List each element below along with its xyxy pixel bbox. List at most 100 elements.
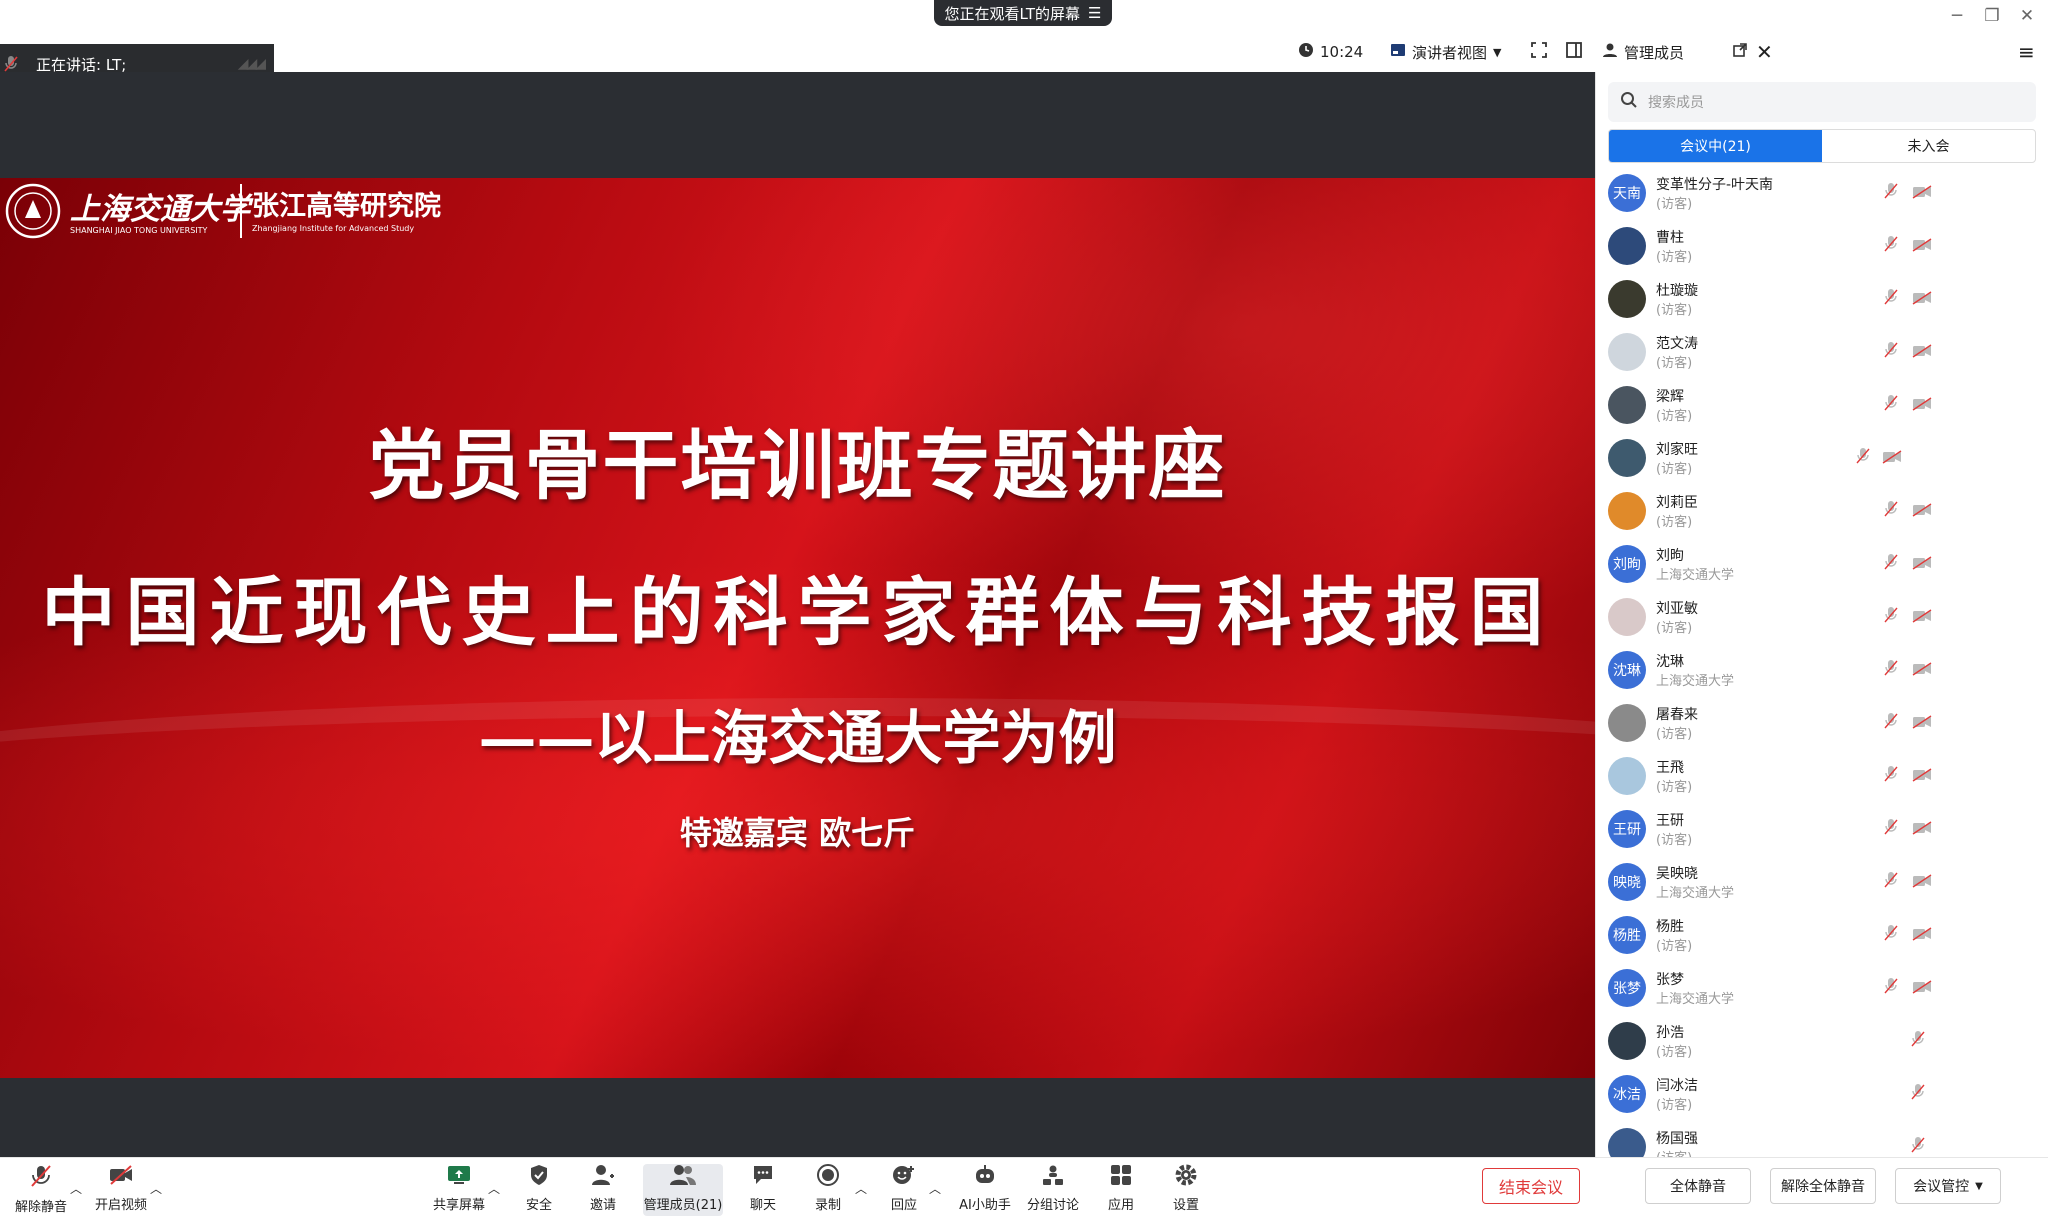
mic-muted-icon[interactable] bbox=[1884, 500, 1898, 522]
video-off-icon[interactable] bbox=[1912, 979, 1932, 998]
mic-muted-icon[interactable] bbox=[1884, 235, 1898, 257]
breakout-button[interactable]: 分组讨论 bbox=[1018, 1164, 1088, 1213]
layout-toggle-button[interactable] bbox=[1565, 40, 1583, 64]
mic-muted-icon[interactable] bbox=[1884, 712, 1898, 734]
share-screen-button[interactable]: 共享屏幕 bbox=[424, 1164, 494, 1213]
view-mode-label: 演讲者视图 bbox=[1412, 43, 1488, 62]
bottom-control-bar: 解除静音 ︿ 开启视频 ︿ 共享屏幕 ︿ 安全 邀请 管理成员(21) 聊天 录… bbox=[0, 1157, 2048, 1221]
member-name: 屠春来 bbox=[1656, 707, 1698, 723]
mic-muted-icon[interactable] bbox=[1884, 394, 1898, 416]
mic-muted-icon[interactable] bbox=[1884, 818, 1898, 840]
member-row[interactable]: 刘亚敏 (访客) bbox=[1596, 592, 2048, 645]
chevron-up-icon[interactable]: ︿ bbox=[150, 1180, 162, 1197]
chevron-up-icon[interactable]: ︿ bbox=[855, 1180, 867, 1197]
chevron-up-icon[interactable]: ︿ bbox=[70, 1180, 82, 1197]
mic-muted-icon[interactable] bbox=[1884, 182, 1898, 204]
chevron-up-icon[interactable]: ︿ bbox=[929, 1180, 941, 1197]
video-off-icon[interactable] bbox=[1912, 926, 1932, 945]
member-row[interactable]: 王研 王研 (访客) bbox=[1596, 804, 2048, 857]
unmute-all-button[interactable]: 解除全体静音 bbox=[1770, 1168, 1876, 1204]
member-affiliation: (访客) bbox=[1656, 356, 1693, 371]
video-off-icon[interactable] bbox=[1912, 608, 1932, 627]
mic-muted-icon[interactable] bbox=[1884, 871, 1898, 893]
mic-muted-icon[interactable] bbox=[1884, 659, 1898, 681]
unmute-button[interactable]: 解除静音 bbox=[6, 1164, 76, 1215]
ai-robot-icon bbox=[973, 1164, 997, 1190]
view-mode-dropdown[interactable]: 演讲者视图 ▼ bbox=[1390, 40, 1501, 64]
invite-button[interactable]: 邀请 bbox=[568, 1164, 638, 1213]
video-off-icon[interactable] bbox=[1912, 820, 1932, 839]
member-row[interactable]: 杜璇璇 (访客) bbox=[1596, 274, 2048, 327]
member-row[interactable]: 范文涛 (访客) bbox=[1596, 327, 2048, 380]
member-row[interactable]: 天南 变革性分子-叶天南 (访客) bbox=[1596, 168, 2048, 221]
member-row[interactable]: 王飛 (访客) bbox=[1596, 751, 2048, 804]
hamburger-menu-icon[interactable]: ≡ bbox=[2018, 40, 2035, 64]
minimize-icon[interactable]: ─ bbox=[1942, 4, 1972, 28]
start-video-button[interactable]: 开启视频 bbox=[86, 1164, 156, 1213]
member-row[interactable]: 刘莉臣 (访客) bbox=[1596, 486, 2048, 539]
member-row[interactable]: 孙浩 (访客) bbox=[1596, 1016, 2048, 1069]
popout-button[interactable] bbox=[1732, 40, 1748, 64]
member-row[interactable]: 刘昫 刘昫 上海交通大学 bbox=[1596, 539, 2048, 592]
member-row[interactable]: 曹柱 (访客) bbox=[1596, 221, 2048, 274]
member-name: 杨胜 bbox=[1656, 919, 1684, 935]
video-off-icon[interactable] bbox=[1912, 767, 1932, 786]
member-row[interactable]: 杨国强(访客) bbox=[1596, 1122, 2048, 1157]
mic-muted-icon[interactable] bbox=[1884, 606, 1898, 628]
settings-button[interactable]: 设置 bbox=[1151, 1164, 1221, 1213]
mic-muted-icon[interactable] bbox=[1884, 553, 1898, 575]
member-row[interactable]: 刘家旺 (访客) bbox=[1596, 433, 2048, 486]
video-off-icon[interactable] bbox=[1912, 873, 1932, 892]
mic-muted-icon[interactable] bbox=[1856, 447, 1870, 469]
mic-muted-icon[interactable] bbox=[1884, 341, 1898, 363]
screen-share-banner[interactable]: 您正在观看LT的屏幕 ☰ bbox=[934, 0, 1112, 26]
ai-assistant-button[interactable]: AI小助手 bbox=[947, 1164, 1023, 1213]
mic-muted-icon[interactable] bbox=[1884, 765, 1898, 787]
security-button[interactable]: 安全 bbox=[504, 1164, 574, 1213]
video-off-icon[interactable] bbox=[1912, 502, 1932, 521]
mic-muted-icon[interactable] bbox=[1911, 1136, 1925, 1157]
member-row[interactable]: 杨胜 杨胜 (访客) bbox=[1596, 910, 2048, 963]
mic-muted-icon[interactable] bbox=[1884, 924, 1898, 946]
video-off-icon[interactable] bbox=[1882, 449, 1902, 468]
record-button[interactable]: 录制 bbox=[793, 1164, 863, 1213]
video-off-icon[interactable] bbox=[1912, 714, 1932, 733]
video-off-icon[interactable] bbox=[1912, 555, 1932, 574]
video-off-icon[interactable] bbox=[1912, 290, 1932, 309]
video-off-icon[interactable] bbox=[1912, 396, 1932, 415]
mute-all-button[interactable]: 全体静音 bbox=[1645, 1168, 1751, 1204]
member-row[interactable]: 沈琳 沈琳 上海交通大学 bbox=[1596, 645, 2048, 698]
member-row[interactable]: 梁辉 (访客) bbox=[1596, 380, 2048, 433]
video-off-icon[interactable] bbox=[1912, 184, 1932, 203]
mic-muted-icon[interactable] bbox=[1884, 977, 1898, 999]
panel-close-icon[interactable]: ✕ bbox=[1756, 40, 1773, 64]
tab-in-meeting[interactable]: 会议中(21) bbox=[1609, 130, 1822, 162]
mic-muted-icon[interactable] bbox=[1911, 1030, 1925, 1052]
end-meeting-button[interactable]: 结束会议 bbox=[1482, 1168, 1580, 1204]
video-off-icon[interactable] bbox=[1912, 343, 1932, 362]
chevron-up-icon[interactable]: ︿ bbox=[488, 1180, 500, 1197]
video-off-icon[interactable] bbox=[1912, 661, 1932, 680]
member-row[interactable]: 冰洁 闫冰洁 (访客) bbox=[1596, 1069, 2048, 1122]
member-name: 刘昫 bbox=[1656, 548, 1684, 564]
member-row[interactable]: 张梦 张梦 上海交通大学 bbox=[1596, 963, 2048, 1016]
menu-icon[interactable]: ☰ bbox=[1088, 4, 1101, 22]
meeting-control-dropdown[interactable]: 会议管控 ▼ bbox=[1895, 1168, 2001, 1204]
close-icon[interactable]: ✕ bbox=[2012, 4, 2042, 28]
share-screen-label: 共享屏幕 bbox=[432, 1198, 485, 1213]
avatar bbox=[1608, 1128, 1646, 1157]
member-row[interactable]: 映晓 吴映晓 上海交通大学 bbox=[1596, 857, 2048, 910]
mic-muted-icon[interactable] bbox=[1884, 288, 1898, 310]
restore-icon[interactable]: ❐ bbox=[1977, 4, 2007, 28]
manage-members-button[interactable]: 管理成员(21) bbox=[643, 1164, 723, 1216]
mic-muted-icon[interactable] bbox=[1911, 1083, 1925, 1105]
member-row[interactable]: 屠春来 (访客) bbox=[1596, 698, 2048, 751]
video-off-icon[interactable] bbox=[1912, 237, 1932, 256]
avatar: 张梦 bbox=[1608, 969, 1646, 1007]
manage-members-header: 管理成员 bbox=[1602, 40, 1684, 64]
chat-button[interactable]: 聊天 bbox=[728, 1164, 798, 1213]
fullscreen-button[interactable] bbox=[1530, 40, 1548, 64]
tab-not-joined[interactable]: 未入会 bbox=[1822, 130, 2035, 162]
apps-button[interactable]: 应用 bbox=[1086, 1164, 1156, 1213]
member-search-input[interactable]: 搜索成员 bbox=[1608, 82, 2036, 122]
